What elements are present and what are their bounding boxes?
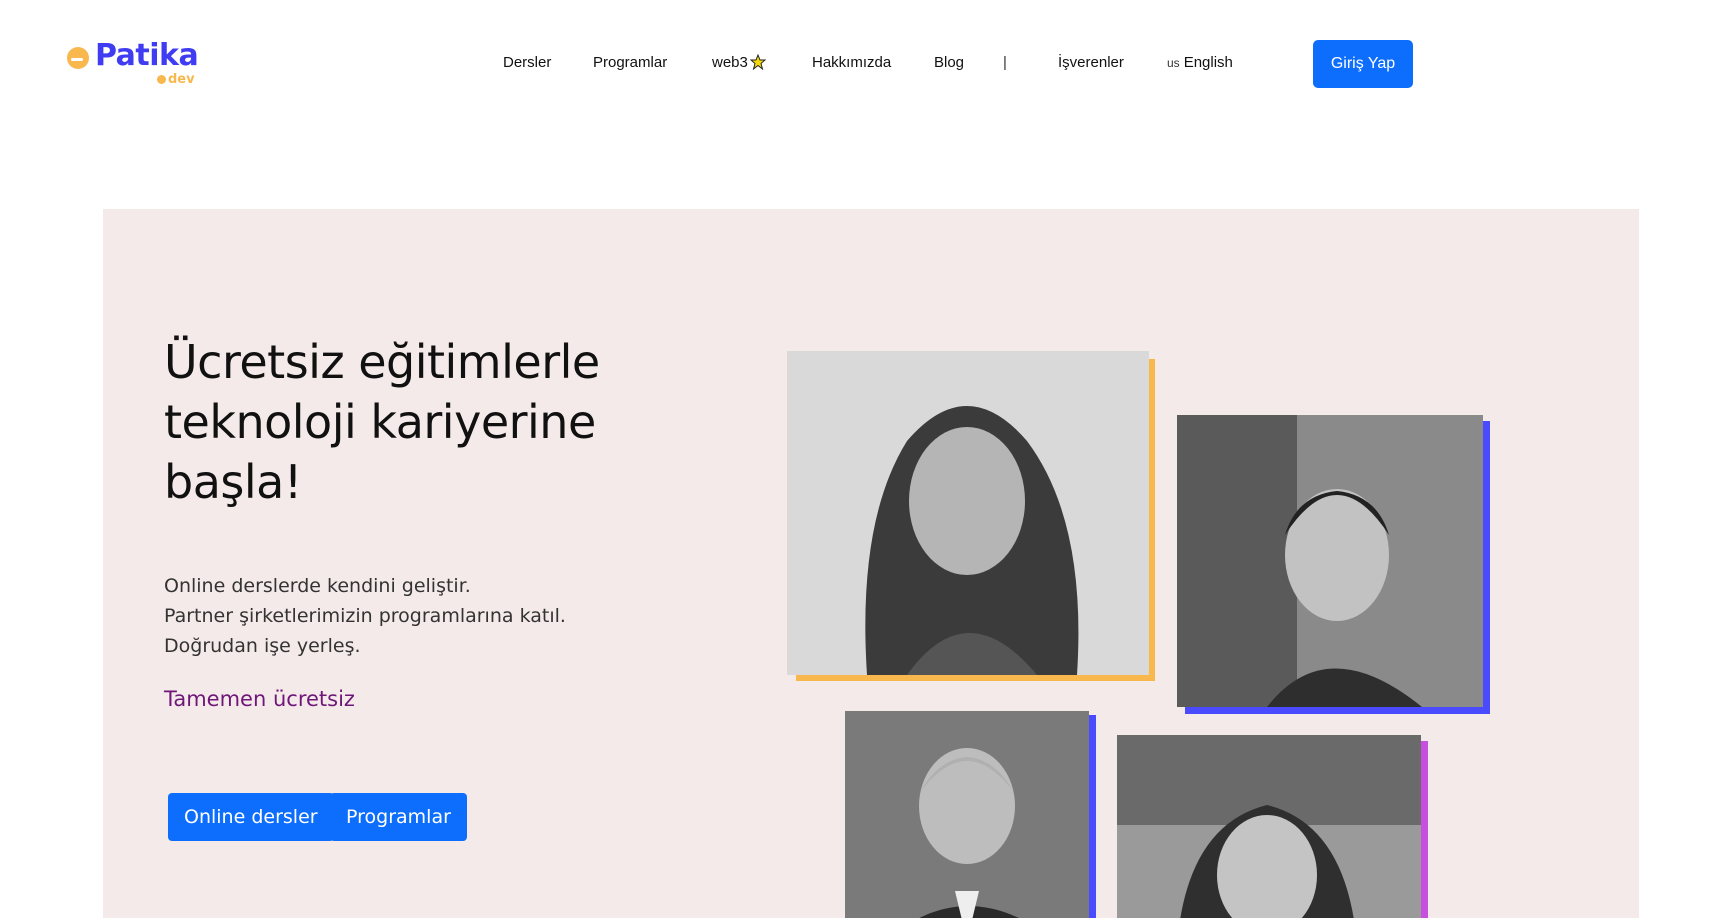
photo-card-3 [845, 711, 1097, 918]
nav-item-isverenler[interactable]: İşverenler [1058, 54, 1124, 71]
photo-card-1 [787, 351, 1157, 683]
team-photo-1 [787, 351, 1149, 675]
hero-section: Ücretsiz eğitimlerle teknoloji kariyerin… [103, 209, 1639, 918]
logo-sub-dot-icon [157, 75, 166, 84]
person-2-portrait-icon [1177, 415, 1483, 707]
nav-item-dersler[interactable]: Dersler [503, 54, 551, 71]
language-label: English [1183, 54, 1233, 71]
programs-button[interactable]: Programlar [330, 793, 467, 841]
hero-description: Online derslerde kendini geliştir. Partn… [164, 571, 566, 661]
nav-item-programlar[interactable]: Programlar [593, 54, 667, 71]
team-photo-3 [845, 711, 1089, 918]
web3-badge-icon [749, 54, 766, 70]
nav-item-hakkimizda[interactable]: Hakkımızda [812, 54, 891, 71]
hero-line-3: Doğrudan işe yerleş. [164, 635, 361, 657]
person-3-portrait-icon [845, 711, 1089, 918]
team-photo-2 [1177, 415, 1483, 707]
online-courses-button[interactable]: Online dersler [168, 793, 334, 841]
photo-card-4 [1117, 735, 1431, 918]
free-label: Tamemen ücretsiz [164, 687, 355, 711]
nav-item-web3-label: web3 [712, 54, 748, 71]
login-button[interactable]: Giriş Yap [1313, 40, 1413, 88]
logo-subtext: dev [157, 72, 195, 87]
person-4-portrait-icon [1117, 735, 1421, 918]
nav-separator: | [1003, 54, 1007, 71]
us-flag-icon: us [1167, 56, 1180, 70]
hero-line-1: Online derslerde kendini geliştir. [164, 575, 471, 597]
person-1-portrait-icon [787, 351, 1149, 675]
nav-item-blog[interactable]: Blog [934, 54, 964, 71]
hero-line-2: Partner şirketlerimizin programlarına ka… [164, 605, 566, 627]
logo-subtext-label: dev [168, 72, 195, 87]
language-switch[interactable]: us English [1167, 54, 1233, 71]
navbar: Patika dev Dersler Programlar web3 Hakkı… [0, 0, 1733, 130]
nav-item-web3[interactable]: web3 [712, 54, 766, 71]
nav-links: Dersler Programlar web3 Hakkımızda Blog … [0, 54, 1733, 74]
hero-title: Ücretsiz eğitimlerle teknoloji kariyerin… [164, 335, 600, 509]
team-photo-4 [1117, 735, 1421, 918]
photo-card-2 [1177, 415, 1491, 715]
